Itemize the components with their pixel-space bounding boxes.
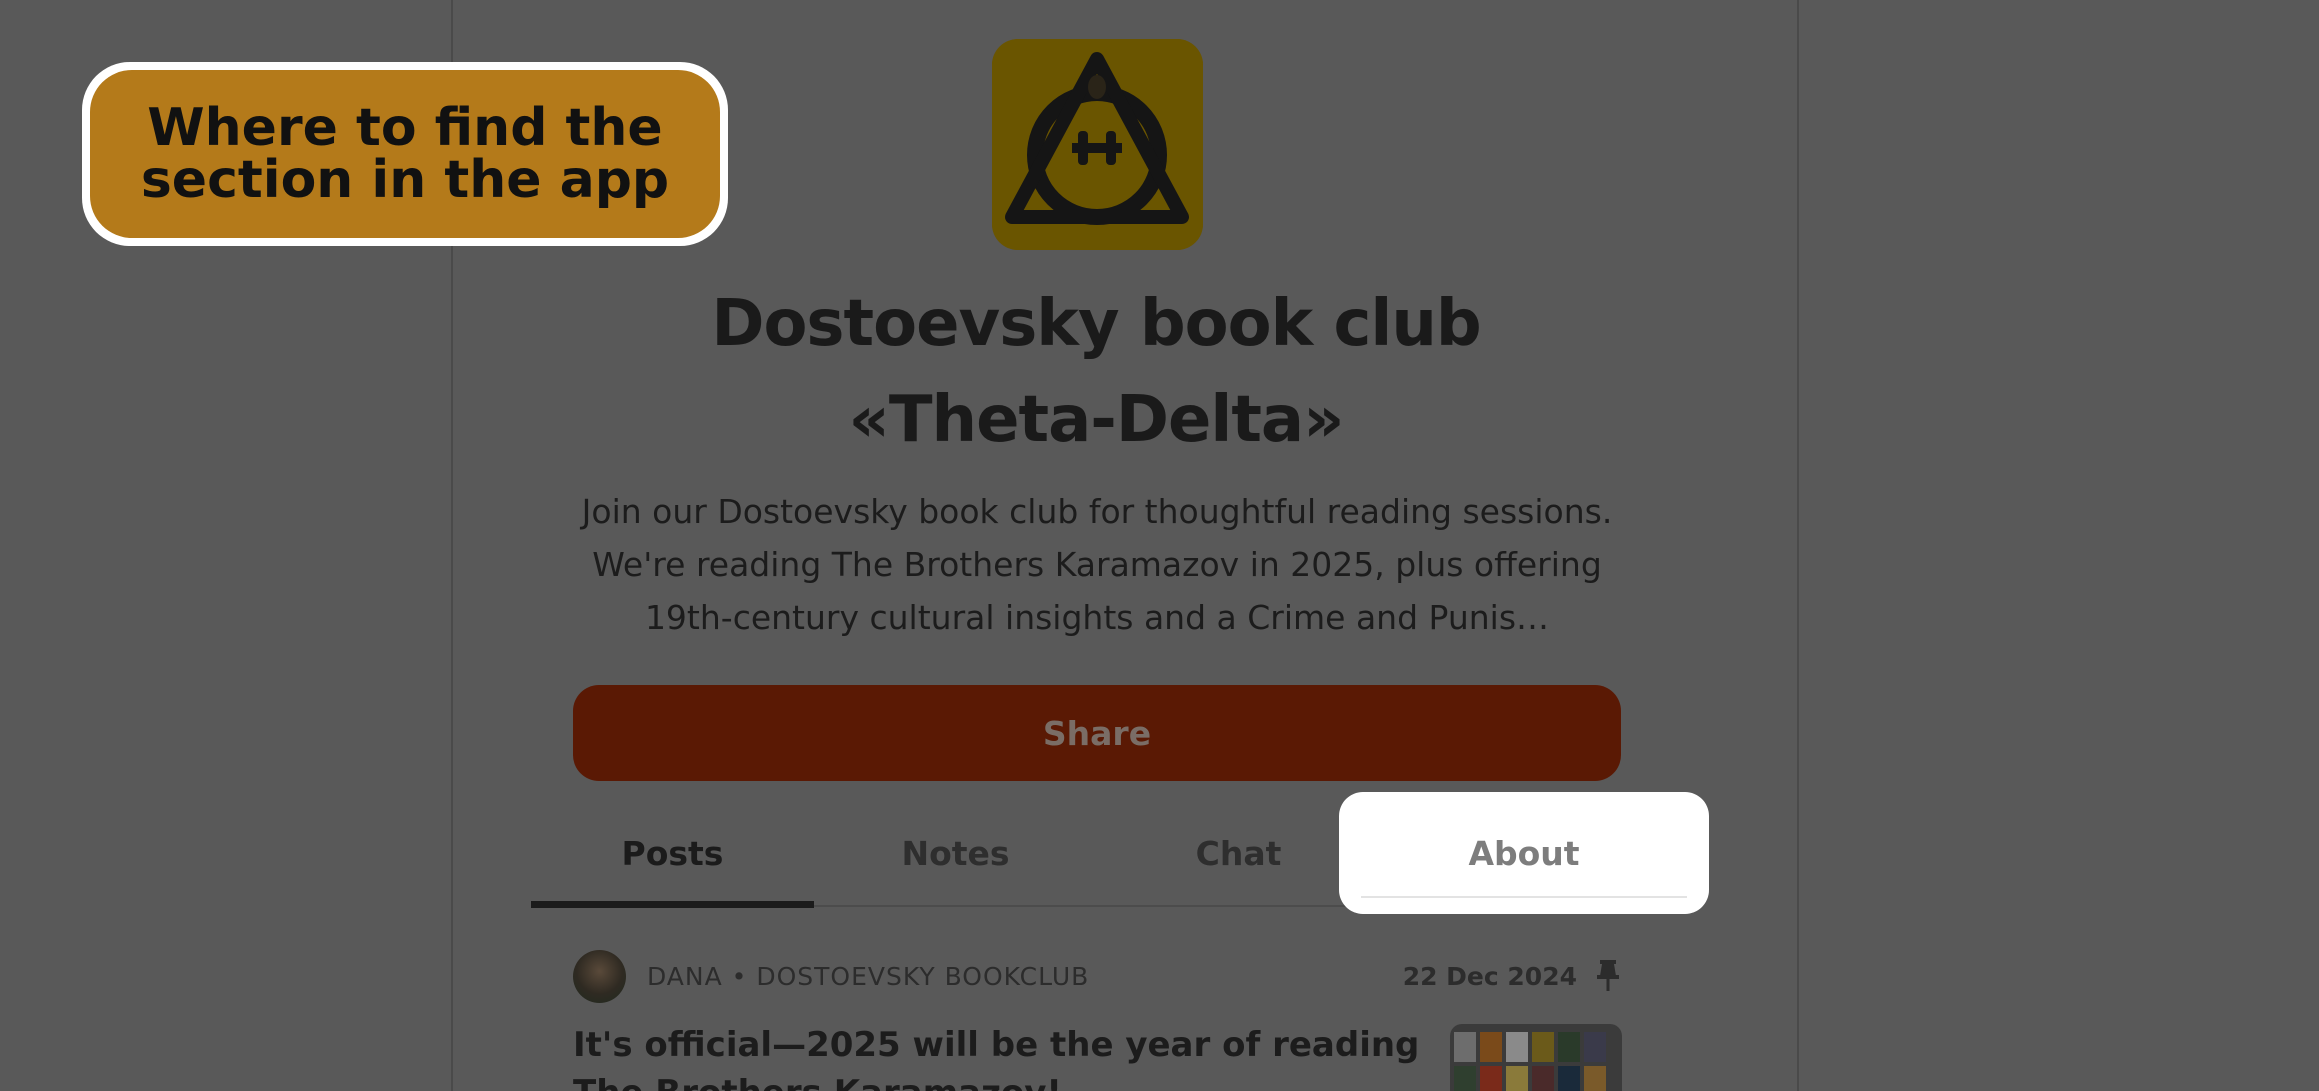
post-thumbnail[interactable]: [1450, 1024, 1622, 1091]
tab-about-label: About: [1468, 833, 1580, 873]
screen: Dostoevsky book club «Theta-Delta» Join …: [0, 0, 2319, 1091]
callout-text: Where to find the section in the app: [90, 70, 720, 238]
share-button[interactable]: Share: [573, 685, 1621, 781]
publication-title-line-2: «Theta-Delta»: [848, 383, 1345, 457]
callout-badge: Where to find the section in the app: [82, 62, 728, 246]
publication-title: Dostoevsky book club «Theta-Delta»: [560, 276, 1632, 468]
tab-posts[interactable]: Posts: [531, 800, 814, 907]
tab-about-underline: [1361, 896, 1687, 898]
active-tab-indicator: [531, 901, 814, 908]
post-date: 22 Dec 2024: [1402, 962, 1577, 991]
publication-title-line-1: Dostoevsky book club: [711, 287, 1481, 361]
theta-delta-logo-icon: [992, 39, 1203, 250]
pin-icon: [1597, 960, 1619, 991]
publication-logo-icon: [992, 39, 1203, 250]
book-covers-thumbnail: [1454, 1032, 1606, 1091]
publication-description: Join our Dostoevsky book club for though…: [581, 492, 1613, 637]
post-meta: DANA • DOSTOEVSKY BOOKCLUB 22 Dec 2024: [573, 950, 1623, 1004]
post-title[interactable]: It's official—2025 will be the year of r…: [573, 1021, 1433, 1091]
author-avatar[interactable]: [573, 950, 626, 1003]
tab-chat[interactable]: Chat: [1097, 800, 1380, 907]
callout-line-1: Where to find the: [147, 98, 663, 158]
tab-about[interactable]: About: [1339, 792, 1709, 914]
tab-notes[interactable]: Notes: [814, 800, 1097, 907]
callout-line-2: section in the app: [140, 150, 670, 210]
post-author[interactable]: DANA • DOSTOEVSKY BOOKCLUB: [647, 962, 1089, 991]
